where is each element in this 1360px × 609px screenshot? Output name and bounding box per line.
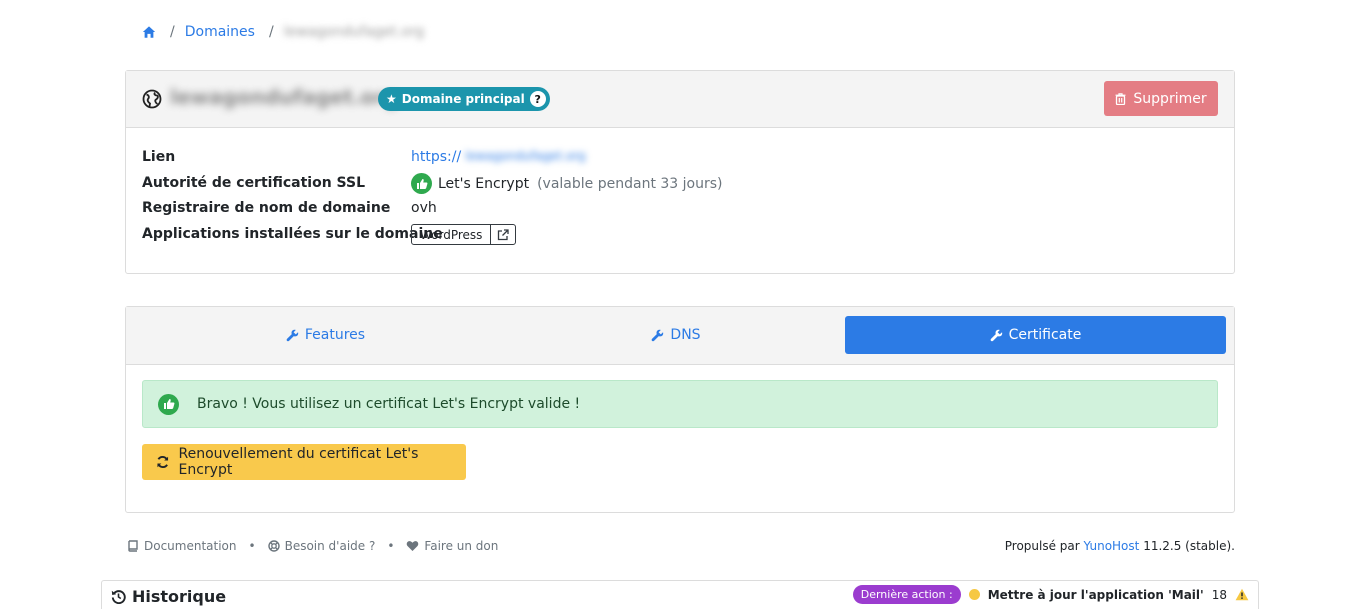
ssl-authority-name: Let's Encrypt: [438, 175, 530, 192]
ssl-authority-label: Autorité de certification SSL: [142, 175, 365, 191]
delete-label: Supprimer: [1133, 90, 1207, 107]
tabs-header: Features DNS Certificate: [126, 307, 1234, 365]
ssl-authority-value: Let's Encrypt (valable pendant 33 jours): [411, 173, 722, 194]
pending-status-dot: [968, 589, 980, 600]
breadcrumb-separator: /: [170, 24, 175, 40]
documentation-label: Documentation: [144, 539, 237, 553]
powered-by: Propulsé par YunoHost 11.2.5 (stable).: [1005, 539, 1235, 553]
tab-certificate[interactable]: Certificate: [845, 316, 1226, 354]
book-icon: [128, 540, 138, 552]
app-wordpress-button[interactable]: WordPress: [412, 225, 492, 244]
link-value: https:// lewagondufaget.org: [411, 149, 586, 165]
help-icon[interactable]: ?: [529, 91, 546, 107]
trash-icon: [1115, 92, 1126, 105]
app-button-group: WordPress: [411, 224, 517, 245]
domain-card-header: lewagondufaget.org ★ Domaine principal ?…: [126, 71, 1234, 128]
link-domain: lewagondufaget.org: [465, 149, 586, 163]
warning-icon: [1235, 588, 1249, 601]
thumbs-up-icon: [411, 173, 432, 194]
installed-apps-value: WordPress: [411, 224, 517, 245]
external-link-icon[interactable]: [491, 225, 515, 244]
registrar-value: ovh: [411, 200, 437, 216]
breadcrumb: / Domaines / lewagondufaget.org: [142, 22, 424, 42]
help-link[interactable]: Besoin d'aide ?: [267, 539, 376, 553]
refresh-icon: [157, 455, 169, 469]
help-label: Besoin d'aide ?: [284, 539, 376, 553]
wrench-icon: [652, 329, 664, 341]
footer-separator: •: [248, 539, 256, 553]
installed-apps-label: Applications installées sur le domaine: [142, 226, 443, 242]
delete-domain-button[interactable]: Supprimer: [1104, 81, 1218, 116]
certificate-success-alert: Bravo ! Vous utilisez un certificat Let'…: [142, 380, 1218, 428]
history-count: 18: [1211, 587, 1227, 602]
last-action: Dernière action : Mettre à jour l'applic…: [852, 585, 1249, 604]
ssl-validity: (valable pendant 33 jours): [537, 175, 723, 192]
footer-separator: •: [387, 539, 395, 553]
tab-features[interactable]: Features: [135, 316, 516, 354]
tab-dns[interactable]: DNS: [516, 316, 836, 354]
donate-link[interactable]: Faire un don: [406, 539, 498, 553]
star-icon: ★: [386, 92, 397, 106]
history-title[interactable]: Historique: [111, 587, 226, 606]
last-action-text: Mettre à jour l'application 'Mail': [987, 587, 1204, 602]
thumbs-up-icon: [158, 393, 179, 415]
version-label: 11.2.5 (stable).: [1143, 539, 1235, 553]
domain-info-card: lewagondufaget.org ★ Domaine principal ?…: [125, 70, 1235, 274]
last-action-badge: Dernière action :: [852, 585, 961, 604]
domain-config-card: Features DNS Certificate Bravo ! Vous ut…: [125, 306, 1235, 513]
globe-icon: [142, 89, 162, 109]
link-prefix: https://: [411, 149, 462, 165]
renew-certificate-label: Renouvellement du certificat Let's Encry…: [178, 446, 419, 478]
home-icon[interactable]: [142, 25, 156, 39]
powered-by-label: Propulsé par: [1004, 539, 1080, 553]
footer-links: Documentation • Besoin d'aide ? • Faire …: [127, 539, 498, 553]
donate-label: Faire un don: [424, 539, 499, 553]
breadcrumb-current-domain: lewagondufaget.org: [283, 24, 425, 40]
documentation-link[interactable]: Documentation: [127, 539, 237, 553]
heart-icon: [407, 541, 419, 551]
yunohost-link[interactable]: YunoHost: [1084, 539, 1140, 553]
breadcrumb-separator: /: [268, 24, 274, 40]
history-icon: [111, 590, 126, 604]
tab-dns-label: DNS: [670, 327, 701, 343]
lifebuoy-icon: [267, 540, 280, 552]
domain-link[interactable]: https:// lewagondufaget.org: [411, 149, 586, 165]
link-label: Lien: [142, 149, 176, 165]
renew-certificate-button[interactable]: Renouvellement du certificat Let's Encry…: [142, 444, 466, 480]
main-domain-badge: ★ Domaine principal ?: [378, 87, 550, 111]
main-domain-badge-label: Domaine principal: [401, 92, 525, 106]
wrench-icon: [286, 329, 299, 341]
tab-certificate-label: Certificate: [1008, 327, 1082, 343]
domain-title: lewagondufaget.org: [170, 85, 399, 109]
wrench-icon: [990, 329, 1002, 341]
history-panel[interactable]: Historique Dernière action : Mettre à jo…: [101, 580, 1259, 609]
history-title-label: Historique: [132, 587, 227, 606]
registrar-label: Registraire de nom de domaine: [142, 200, 391, 216]
certificate-alert-text: Bravo ! Vous utilisez un certificat Let'…: [197, 396, 581, 412]
breadcrumb-domains-link[interactable]: Domaines: [185, 24, 255, 40]
tab-features-label: Features: [304, 327, 366, 343]
